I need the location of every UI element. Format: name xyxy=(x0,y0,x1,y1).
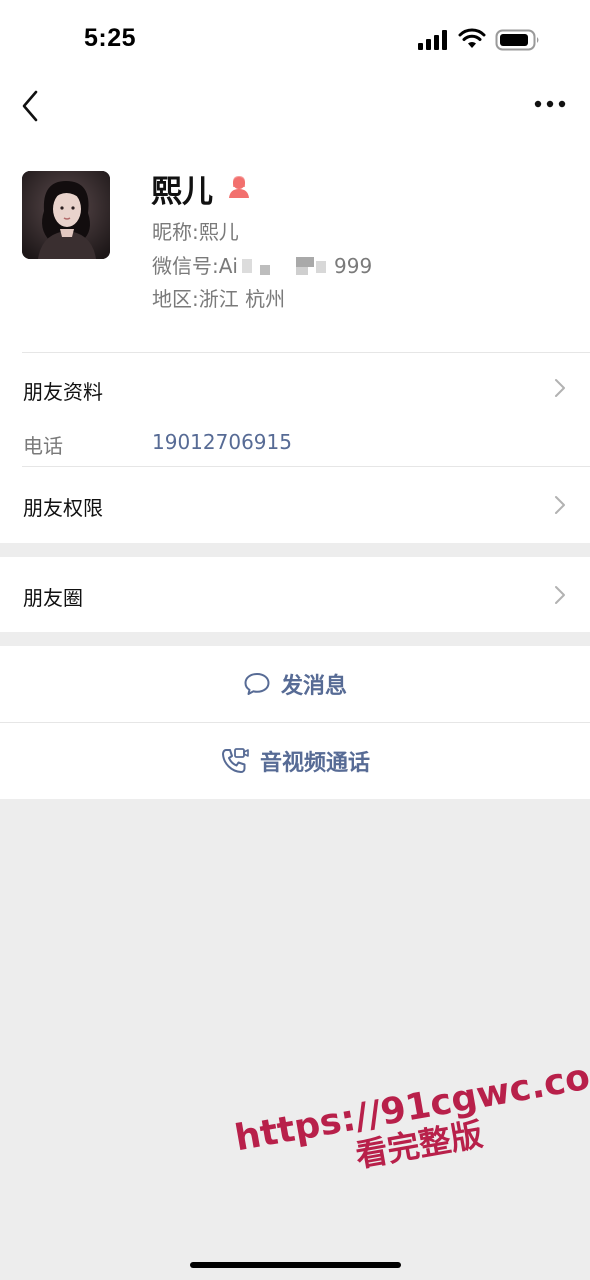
chevron-right-icon xyxy=(555,496,565,514)
nickname-line: 昵称:熙儿 xyxy=(152,216,239,245)
nickname-label: 昵称: xyxy=(152,220,199,244)
battery-icon xyxy=(495,29,539,51)
nickname-value: 熙儿 xyxy=(198,220,239,244)
video-call-label: 音视频通话 xyxy=(259,751,370,776)
nav-bar xyxy=(0,72,590,144)
moments-title: 朋友圈 xyxy=(23,586,83,610)
signal-icon xyxy=(418,30,447,50)
chat-bubble-icon xyxy=(244,673,270,695)
send-message-label: 发消息 xyxy=(280,674,347,699)
video-call-button[interactable]: 音视频通话 xyxy=(0,723,590,799)
region-value: 浙江 杭州 xyxy=(198,287,286,311)
female-icon xyxy=(229,176,249,198)
watermark-overlay: https://91cgwc.com 看完整版 xyxy=(232,1050,590,1193)
friend-info-row[interactable]: 朋友资料 电话 19012706915 xyxy=(0,352,590,466)
status-bar: 5:25 xyxy=(0,0,590,72)
wechat-id-prefix: Ai xyxy=(218,254,238,278)
more-dots-icon[interactable] xyxy=(534,98,566,110)
chevron-right-icon xyxy=(555,586,565,604)
wechat-id-line: 微信号:Ai 999 xyxy=(152,250,372,279)
moments-row[interactable]: 朋友圈 xyxy=(0,557,590,632)
send-message-button[interactable]: 发消息 xyxy=(0,646,590,722)
wifi-icon xyxy=(458,28,486,48)
phone-number-link[interactable]: 19012706915 xyxy=(152,430,292,454)
back-chevron-icon[interactable] xyxy=(18,88,44,124)
friend-info-title: 朋友资料 xyxy=(23,380,103,404)
wechat-id-suffix: 999 xyxy=(334,254,373,278)
contact-profile-page: 5:25 熙儿 昵称:熙儿 微信号:Ai 999 地区:浙江 杭州 朋友资料 电… xyxy=(0,0,590,1280)
chevron-right-icon xyxy=(555,379,565,397)
wechat-id-label: 微信号: xyxy=(152,254,219,278)
phone-label: 电话 xyxy=(23,434,63,458)
contact-name: 熙儿 xyxy=(151,174,213,210)
phone-video-icon xyxy=(221,748,249,773)
profile-header: 熙儿 昵称:熙儿 微信号:Ai 999 地区:浙江 杭州 xyxy=(0,144,590,352)
friend-permissions-title: 朋友权限 xyxy=(23,496,103,520)
region-label: 地区: xyxy=(152,287,199,311)
region-line: 地区:浙江 杭州 xyxy=(152,283,285,312)
redacted-mosaic xyxy=(238,257,334,275)
friend-permissions-row[interactable]: 朋友权限 xyxy=(0,466,590,543)
status-time: 5:25 xyxy=(84,24,137,52)
home-indicator[interactable] xyxy=(190,1262,401,1268)
avatar[interactable] xyxy=(22,171,110,259)
